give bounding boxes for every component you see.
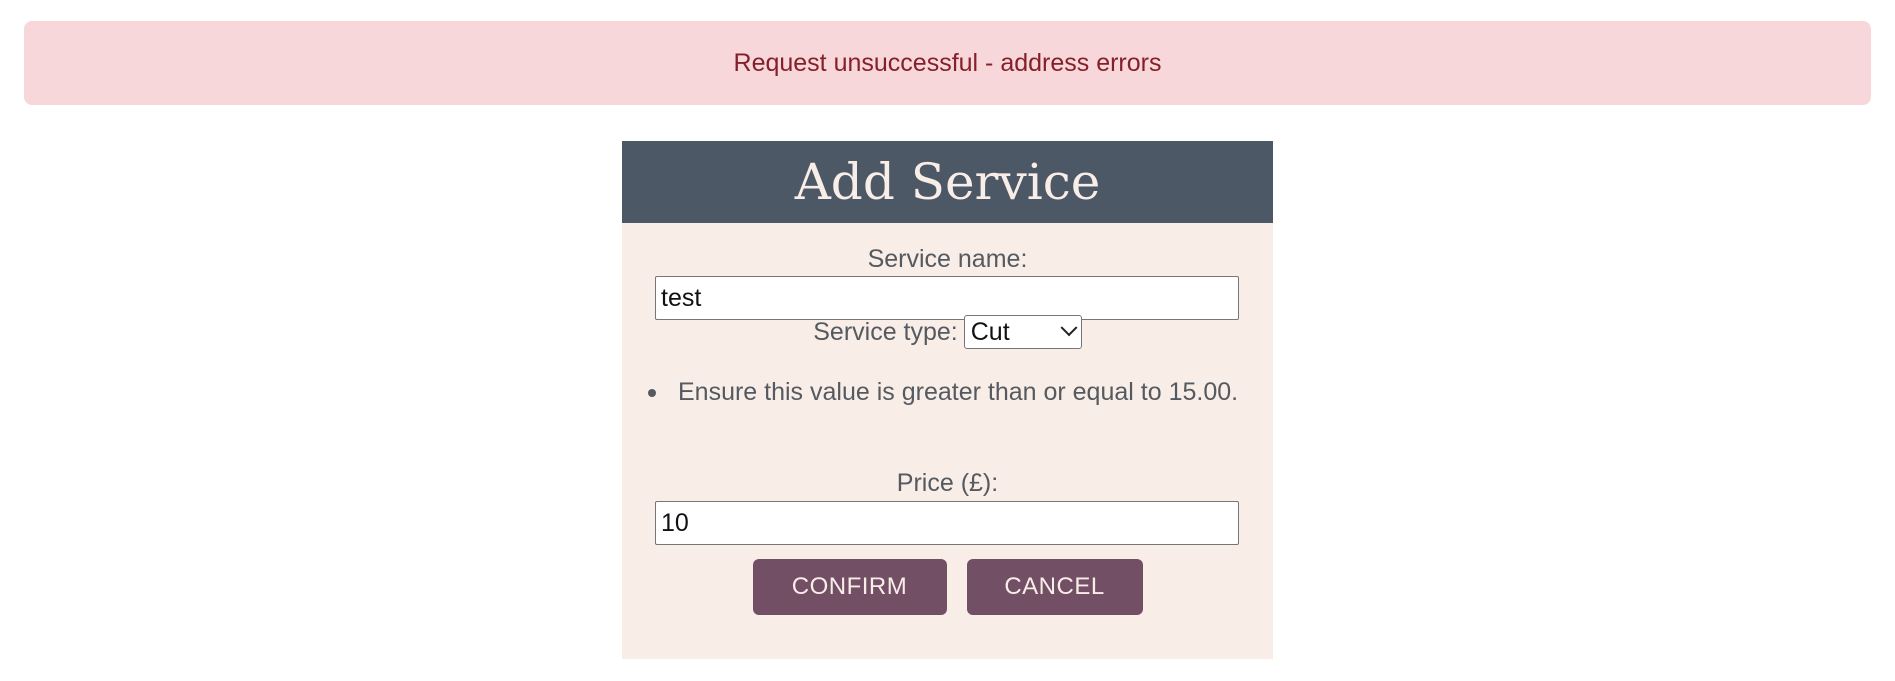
- error-text: Ensure this value is greater than or equ…: [678, 378, 1239, 406]
- service-type-label: Service type:: [813, 317, 958, 346]
- page-title: Add Service: [622, 141, 1273, 223]
- service-name-label: Service name:: [867, 245, 1028, 273]
- chevron-down-icon: [1060, 319, 1078, 337]
- service-type-row: Service type: Cut: [622, 315, 1273, 349]
- alert-message: Request unsuccessful - address errors: [733, 48, 1162, 77]
- cancel-button[interactable]: CANCEL: [966, 559, 1143, 615]
- bullet-icon: [648, 388, 656, 397]
- service-type-select[interactable]: Cut: [963, 315, 1082, 349]
- error-alert: Request unsuccessful - address errors: [24, 21, 1871, 105]
- error-item: Ensure this value is greater than or equ…: [646, 378, 1238, 407]
- price-label: Price (£):: [896, 469, 999, 497]
- form-actions: CONFIRM CANCEL: [622, 559, 1273, 615]
- service-type-selected: Cut: [970, 317, 1010, 346]
- service-name-input[interactable]: [655, 276, 1239, 320]
- price-input[interactable]: [655, 501, 1239, 545]
- price-error-list: Ensure this value is greater than or equ…: [646, 378, 1238, 407]
- add-service-card: Add Service Service name: Service type: …: [622, 141, 1273, 659]
- add-service-form: Service name: Service type: Cut Ensure t…: [622, 223, 1273, 659]
- confirm-button[interactable]: CONFIRM: [752, 559, 947, 615]
